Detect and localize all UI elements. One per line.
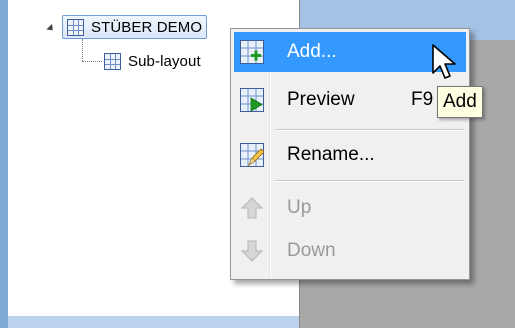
menu-item-down-label: Down [287,240,336,261]
grid-layout-icon [67,18,84,36]
grid-preview-icon [240,88,264,112]
tree-node-sub-layout[interactable]: Sub-layout [104,49,236,73]
menu-item-down[interactable]: Down [234,231,466,271]
tooltip: Add [437,86,483,118]
arrow-up-icon [240,196,264,220]
tree-connector-line [82,61,102,62]
menu-separator [275,180,464,182]
tooltip-text: Add [443,91,477,112]
grid-layout-icon [104,52,121,70]
tree-node-root[interactable]: STÜBER DEMO [62,15,208,39]
tree-node-sub-layout-label: Sub-layout [128,52,201,70]
menu-item-preview-shortcut: F9 [411,89,434,110]
menu-item-up-label: Up [287,197,312,218]
grid-add-icon [240,40,264,64]
arrow-down-icon [240,239,264,263]
grid-rename-icon [240,143,265,167]
menu-item-preview-label: Preview [287,89,355,110]
tree-node-root-label: STÜBER DEMO [91,18,203,36]
menu-item-rename[interactable]: Rename... [234,135,466,175]
menu-item-preview[interactable]: Preview F9 [234,80,466,120]
menu-item-up[interactable]: Up [234,188,466,228]
menu-item-add-label: Add... [287,41,337,62]
menu-separator [275,129,464,131]
tree-connector-line [82,39,83,61]
mouse-cursor-icon [432,44,456,79]
menu-item-rename-label: Rename... [287,144,375,165]
